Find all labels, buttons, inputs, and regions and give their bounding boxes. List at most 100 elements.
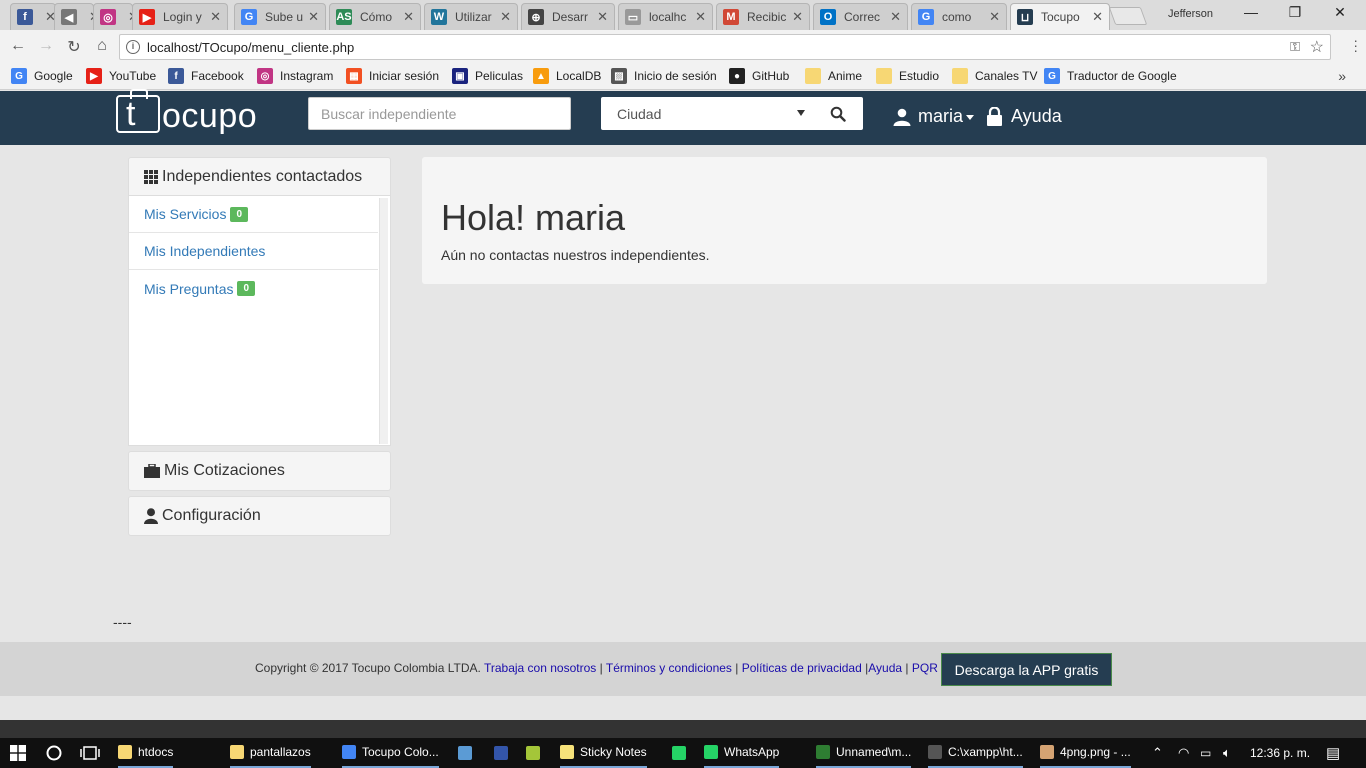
bookmark-item[interactable]: Canales TV — [952, 68, 1037, 84]
tab-close-icon[interactable]: ✕ — [695, 9, 706, 25]
browser-tab[interactable]: ▶ Login y ✕ — [132, 3, 228, 30]
taskbar-item[interactable]: Tocupo Colo... — [342, 738, 439, 768]
tab-close-icon[interactable]: ✕ — [792, 9, 803, 25]
sidebar-item-mis-preguntas[interactable]: Mis Preguntas 0 — [129, 270, 378, 307]
taskbar-item[interactable] — [526, 738, 546, 768]
windows-start-icon[interactable] — [10, 738, 26, 768]
taskbar-item[interactable]: 4png.png - ... — [1040, 738, 1131, 768]
task-view-icon[interactable] — [80, 738, 100, 768]
city-select[interactable]: Ciudad — [601, 97, 813, 130]
search-independent-input[interactable] — [308, 97, 571, 130]
translate-icon: G — [1044, 68, 1060, 84]
tab-close-icon[interactable]: ✕ — [500, 9, 511, 25]
sidebar-item-mis-independientes[interactable]: Mis Independientes — [129, 233, 378, 270]
key-icon[interactable]: ⚿ — [1290, 39, 1300, 55]
tab-close-icon[interactable]: ✕ — [210, 9, 221, 25]
cortana-search-icon[interactable] — [46, 738, 62, 768]
browser-tab[interactable]: W Utilizar ✕ — [424, 3, 518, 30]
browser-tab[interactable]: M Recibic ✕ — [716, 3, 810, 30]
download-app-button[interactable]: Descarga la APP gratis — [941, 653, 1112, 686]
footer-link-pqr[interactable]: PQR — [912, 661, 938, 675]
bookmark-item[interactable]: G Google — [11, 68, 73, 84]
footer-link-privacidad[interactable]: Políticas de privacidad — [742, 661, 862, 675]
taskbar-item[interactable]: pantallazos — [230, 738, 311, 768]
microsoft-icon: ▦ — [346, 68, 362, 84]
tab-close-icon[interactable]: ✕ — [597, 9, 608, 25]
quotes-panel-header[interactable]: Mis Cotizaciones — [128, 451, 391, 491]
home-icon[interactable]: ⌂ — [92, 37, 112, 55]
tab-close-icon[interactable]: ✕ — [989, 9, 1000, 25]
footer-link-trabaja[interactable]: Trabaja con nosotros — [484, 661, 596, 675]
tab-label: Correc — [844, 10, 881, 24]
bookmark-item[interactable]: ▲ LocalDB — [533, 68, 601, 84]
bookmark-item[interactable]: ▦ Iniciar sesión — [346, 68, 439, 84]
address-bar[interactable]: i localhost/TOcupo/menu_cliente.php ⚿ ☆ — [119, 34, 1331, 60]
browser-tab[interactable]: G Sube u ✕ — [234, 3, 326, 30]
horizontal-scrollbar[interactable] — [0, 720, 1366, 738]
browser-tab[interactable]: Gcomo ✕ — [911, 3, 1007, 30]
footer-link-ayuda[interactable]: Ayuda — [868, 661, 902, 675]
bookmark-item[interactable]: G Traductor de Google — [1044, 68, 1177, 84]
new-tab-button[interactable] — [1108, 7, 1148, 25]
taskbar-item[interactable]: WhatsApp — [704, 738, 780, 768]
contacted-panel-header[interactable]: Independientes contactados — [128, 157, 391, 196]
battery-icon[interactable]: ▭ — [1200, 738, 1211, 768]
browser-tab[interactable]: f ✕ — [10, 3, 56, 30]
taskbar-item[interactable] — [672, 738, 692, 768]
bookmark-item[interactable]: ● GitHub — [729, 68, 789, 84]
back-icon[interactable]: ← — [8, 37, 28, 55]
taskbar-item[interactable] — [458, 738, 478, 768]
user-menu-dropdown[interactable]: maria — [893, 106, 975, 127]
sidebar-scrollbar[interactable] — [379, 198, 388, 444]
browser-tab[interactable]: ⊔ Tocupo ✕ — [1010, 3, 1110, 30]
taskbar-item[interactable] — [494, 738, 514, 768]
bookmark-item[interactable]: f Facebook — [168, 68, 244, 84]
bookmark-item[interactable]: ▨ Inicio de sesión — [611, 68, 717, 84]
browser-tab[interactable]: AS Cómo ✕ — [329, 3, 421, 30]
browser-menu-icon[interactable]: · · · — [1353, 33, 1358, 57]
bookmark-item[interactable]: ▣ Peliculas — [452, 68, 523, 84]
maximize-icon[interactable]: ❐ — [1280, 4, 1310, 21]
profile-name[interactable]: Jefferson — [1168, 8, 1213, 20]
tab-close-icon[interactable]: ✕ — [1092, 9, 1103, 25]
browser-tab[interactable]: ◎✕ — [93, 3, 133, 30]
sidebar-item-label: Mis Servicios — [144, 206, 227, 222]
bookmark-item[interactable]: Anime — [805, 68, 862, 84]
volume-icon[interactable]: 🔈︎ — [1223, 738, 1231, 768]
bookmark-item[interactable]: ◎ Instagram — [257, 68, 333, 84]
forward-icon[interactable]: → — [36, 37, 56, 55]
tab-close-icon[interactable]: ✕ — [308, 9, 319, 25]
bookmark-item[interactable]: Estudio — [876, 68, 939, 84]
taskbar-item[interactable]: C:\xampp\ht... — [928, 738, 1023, 768]
browser-tab[interactable]: O Correc ✕ — [813, 3, 908, 30]
wifi-icon[interactable]: ◠ — [1178, 738, 1189, 768]
close-window-icon[interactable]: ✕ — [1325, 4, 1355, 21]
browser-tab[interactable]: ▭ localhc ✕ — [618, 3, 713, 30]
tray-overflow-icon[interactable]: ⌃ — [1152, 738, 1163, 768]
footer-link-terminos[interactable]: Términos y condiciones — [606, 661, 732, 675]
tab-close-icon[interactable]: ✕ — [403, 9, 414, 25]
info-icon[interactable]: i — [126, 40, 140, 54]
browser-tab[interactable]: ◀✕ — [54, 3, 94, 30]
search-button[interactable] — [813, 97, 863, 130]
notifications-icon[interactable]: ▤ — [1326, 738, 1340, 768]
taskbar-item[interactable]: Sticky Notes — [560, 738, 647, 768]
reload-icon[interactable]: ↻ — [64, 37, 84, 57]
taskbar-item[interactable]: htdocs — [118, 738, 174, 768]
bookmark-star-icon[interactable]: ☆ — [1310, 37, 1324, 57]
taskbar-item[interactable]: Unnamed\m... — [816, 738, 912, 768]
config-panel-header[interactable]: Configuración — [128, 496, 391, 536]
tab-close-icon[interactable]: ✕ — [890, 9, 901, 25]
minimize-icon[interactable]: — — [1236, 4, 1266, 20]
bookmark-label: Facebook — [191, 69, 244, 83]
url-text[interactable]: localhost/TOcupo/menu_cliente.php — [147, 40, 354, 55]
tocupo-logo[interactable]: t ocupo — [116, 89, 257, 133]
bookmarks-more-icon[interactable]: » — [1338, 68, 1346, 84]
sidebar-item-mis-servicios[interactable]: Mis Servicios 0 — [129, 196, 378, 233]
gmail-icon: M — [723, 9, 739, 25]
google-icon: G — [918, 9, 934, 25]
bookmark-item[interactable]: ▶ YouTube — [86, 68, 156, 84]
help-link[interactable]: Ayuda — [986, 106, 1062, 127]
taskbar-clock[interactable]: 12:36 p. m. — [1250, 746, 1310, 760]
browser-tab[interactable]: ⊕ Desarr ✕ — [521, 3, 615, 30]
